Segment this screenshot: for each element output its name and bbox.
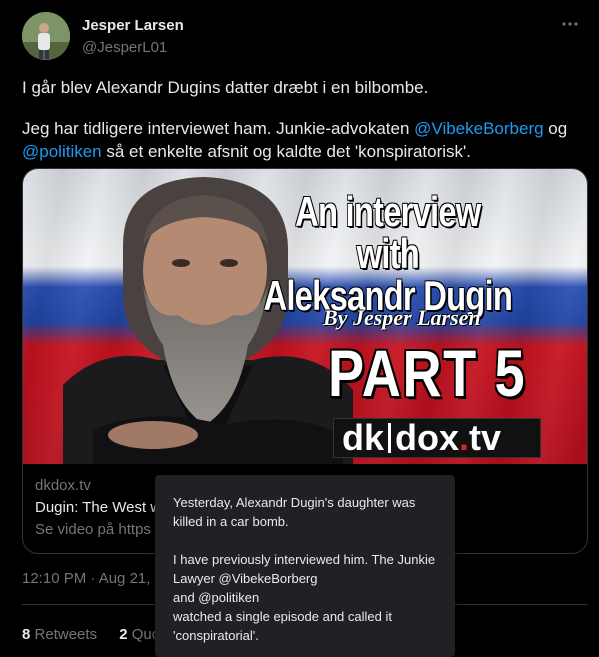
media-part-label: PART 5: [328, 336, 527, 410]
tooltip-paragraph: Yesterday, Alexandr Dugin's daughter was…: [173, 495, 416, 529]
dkdox-logo: dk dox . tv: [333, 418, 541, 458]
tooltip-line: watched a single episode and called it '…: [173, 609, 392, 643]
user-handle[interactable]: @JesperL01: [82, 39, 167, 56]
logo-text: tv: [469, 417, 502, 458]
translation-tooltip: Yesterday, Alexandr Dugin's daughter was…: [155, 475, 455, 657]
tweet-text-segment: Jeg har tidligere interviewet ham. Junki…: [22, 119, 415, 138]
media-title: An interview with Aleksandr Dugin: [263, 188, 512, 317]
mention-link[interactable]: @VibekeBorberg: [414, 119, 543, 138]
retweets-count: 8: [22, 626, 31, 643]
tooltip-line: and @politiken: [173, 590, 260, 605]
logo-dot: .: [459, 417, 470, 458]
tweet-text: I går blev Alexandr Dugins datter dræbt …: [22, 76, 582, 181]
card-image[interactable]: An interview with Aleksandr Dugin By Jes…: [23, 169, 587, 464]
more-dots-icon[interactable]: [558, 14, 582, 38]
logo-text: dk: [342, 417, 385, 458]
tweet-line-1: I går blev Alexandr Dugins datter dræbt …: [22, 78, 429, 97]
tooltip-line: I have previously interviewed him. The J…: [173, 552, 436, 586]
tweet-line-2: Jeg har tidligere interviewet ham. Junki…: [22, 117, 582, 163]
quotes-stat[interactable]: 2 Quo: [119, 626, 160, 643]
display-name[interactable]: Jesper Larsen: [82, 17, 184, 34]
logo-divider: [388, 423, 392, 453]
mention-link[interactable]: @politiken: [22, 142, 102, 161]
tooltip-gap: [173, 531, 437, 550]
media-title-line: An interview with: [295, 188, 481, 277]
tweet-header: Jesper Larsen @JesperL01: [22, 12, 582, 60]
retweets-stat[interactable]: 8 Retweets: [22, 626, 97, 643]
avatar[interactable]: [22, 12, 70, 60]
tweet-text-segment: så et enkelte afsnit og kaldte det 'kons…: [101, 142, 472, 161]
retweets-label: Retweets: [34, 626, 98, 643]
tweet-text-segment: og: [543, 119, 568, 138]
logo-text: dox: [395, 417, 460, 458]
media-byline: By Jesper Larsen: [323, 305, 481, 330]
quotes-count: 2: [119, 626, 128, 643]
